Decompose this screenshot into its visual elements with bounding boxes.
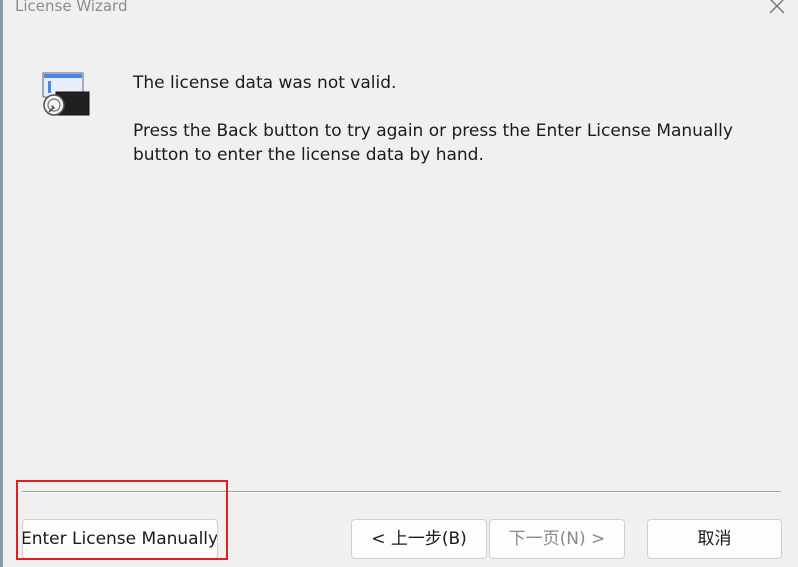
- window-title: License Wizard: [15, 0, 128, 15]
- error-message-line-2: button to enter the license data by hand…: [133, 145, 484, 165]
- license-app-icon: [42, 72, 90, 116]
- error-message-line-1: Press the Back button to try again or pr…: [133, 121, 733, 141]
- cancel-button[interactable]: 取消: [647, 519, 782, 559]
- window-left-border: [0, 0, 3, 567]
- enter-license-manually-label: Enter License Manually: [22, 529, 218, 549]
- enter-license-manually-button[interactable]: Enter License Manually: [22, 519, 218, 559]
- back-button[interactable]: < 上一步(B): [351, 519, 487, 559]
- close-icon[interactable]: [765, 0, 789, 18]
- button-separator: [22, 491, 781, 493]
- error-message-title: The license data was not valid.: [133, 73, 397, 93]
- error-message-body: Press the Back button to try again or pr…: [133, 119, 733, 167]
- next-button: 下一页(N) >: [489, 519, 625, 559]
